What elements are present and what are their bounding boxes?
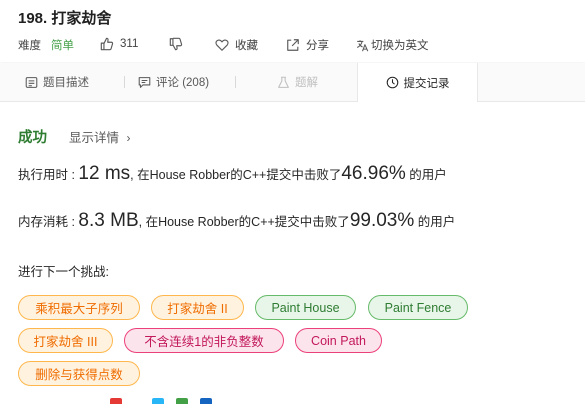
challenge-tag[interactable]: 不含连续1的非负整数 bbox=[124, 328, 284, 353]
tab-comments-label: 评论 (208) bbox=[156, 77, 210, 89]
weibo-share-icon[interactable] bbox=[110, 398, 122, 404]
problem-tabs: 题目描述 评论 (208) 题解 提交记录 bbox=[0, 63, 585, 102]
thumbs-down-icon bbox=[169, 37, 183, 51]
memory-text: , 在House Robber的C++提交中击败了 bbox=[138, 215, 350, 229]
challenge-tag[interactable]: Coin Path bbox=[295, 328, 382, 353]
memory-value: 8.3 MB bbox=[78, 210, 139, 231]
document-icon bbox=[25, 76, 38, 88]
memory-percent: 99.03% bbox=[349, 210, 415, 231]
difficulty-value: 简单 bbox=[51, 40, 74, 52]
challenge-tag[interactable]: 删除与获得点数 bbox=[18, 361, 140, 386]
tab-solution-label: 题解 bbox=[295, 77, 318, 89]
linkedin-share-icon[interactable] bbox=[200, 398, 212, 404]
switch-language-label: 切换为英文 bbox=[371, 40, 429, 52]
difficulty-label: 难度 bbox=[18, 40, 41, 52]
show-detail-label: 显示详情 bbox=[69, 131, 120, 145]
tab-solution[interactable]: 题解 bbox=[277, 63, 318, 101]
wechat-share-icon[interactable] bbox=[176, 398, 188, 404]
dislike-button[interactable] bbox=[169, 37, 189, 51]
challenge-tag[interactable]: 打家劫舍 III bbox=[18, 328, 113, 353]
flask-icon bbox=[278, 76, 289, 88]
share-button[interactable]: 分享 bbox=[286, 37, 329, 53]
tab-divider bbox=[235, 76, 236, 88]
challenge-tag[interactable]: Paint Fence bbox=[368, 295, 468, 320]
show-detail-link[interactable]: 显示详情 › bbox=[69, 127, 131, 146]
runtime-percent: 46.96% bbox=[341, 163, 406, 184]
difficulty: 难度 简单 bbox=[18, 37, 74, 53]
comment-icon bbox=[138, 76, 151, 88]
like-count: 311 bbox=[120, 38, 139, 50]
next-challenge-label: 进行下一个挑战: bbox=[18, 265, 109, 279]
favorite-label: 收藏 bbox=[235, 40, 258, 52]
problem-title: 198. 打家劫舍 bbox=[18, 10, 112, 27]
challenge-tag[interactable]: 乘积最大子序列 bbox=[18, 295, 140, 320]
memory-suffix: 的用户 bbox=[414, 215, 456, 229]
tab-description[interactable]: 题目描述 bbox=[25, 63, 89, 101]
translate-icon bbox=[356, 39, 369, 51]
like-button[interactable]: 311 bbox=[100, 37, 138, 51]
runtime-text: , 在House Robber的C++提交中击败了 bbox=[130, 168, 342, 182]
memory-label: 内存消耗 : bbox=[18, 215, 79, 229]
runtime-suffix: 的用户 bbox=[405, 168, 447, 182]
runtime-value: 12 ms bbox=[78, 163, 131, 184]
problem-header: 198. 打家劫舍 难度 简单 311 收藏 分享 切换为英文 bbox=[0, 0, 585, 62]
thumbs-up-icon bbox=[100, 37, 114, 51]
memory-stat: 内存消耗 : 8.3 MB, 在House Robber的C++提交中击败了99… bbox=[18, 210, 455, 232]
qq-share-icon[interactable] bbox=[152, 398, 164, 404]
share-label: 分享 bbox=[306, 40, 329, 52]
runtime-stat: 执行用时 : 12 ms, 在House Robber的C++提交中击败了46.… bbox=[18, 163, 447, 185]
heart-icon bbox=[215, 39, 229, 51]
tab-description-label: 题目描述 bbox=[43, 77, 89, 89]
favorite-button[interactable]: 收藏 bbox=[215, 37, 258, 53]
tab-submissions[interactable]: 提交记录 bbox=[357, 63, 478, 102]
challenge-tag[interactable]: Paint House bbox=[255, 295, 356, 320]
clock-icon bbox=[386, 76, 398, 89]
challenge-tag[interactable]: 打家劫舍 II bbox=[151, 295, 244, 320]
tab-comments[interactable]: 评论 (208) bbox=[138, 63, 209, 101]
tab-submissions-label: 提交记录 bbox=[403, 77, 450, 90]
share-icon bbox=[287, 39, 299, 51]
chevron-right-icon: › bbox=[126, 131, 131, 145]
tab-divider bbox=[124, 76, 125, 88]
switch-language-button[interactable]: 切换为英文 bbox=[356, 37, 429, 53]
submission-status: 成功 bbox=[18, 130, 47, 146]
runtime-label: 执行用时 : bbox=[18, 168, 79, 182]
